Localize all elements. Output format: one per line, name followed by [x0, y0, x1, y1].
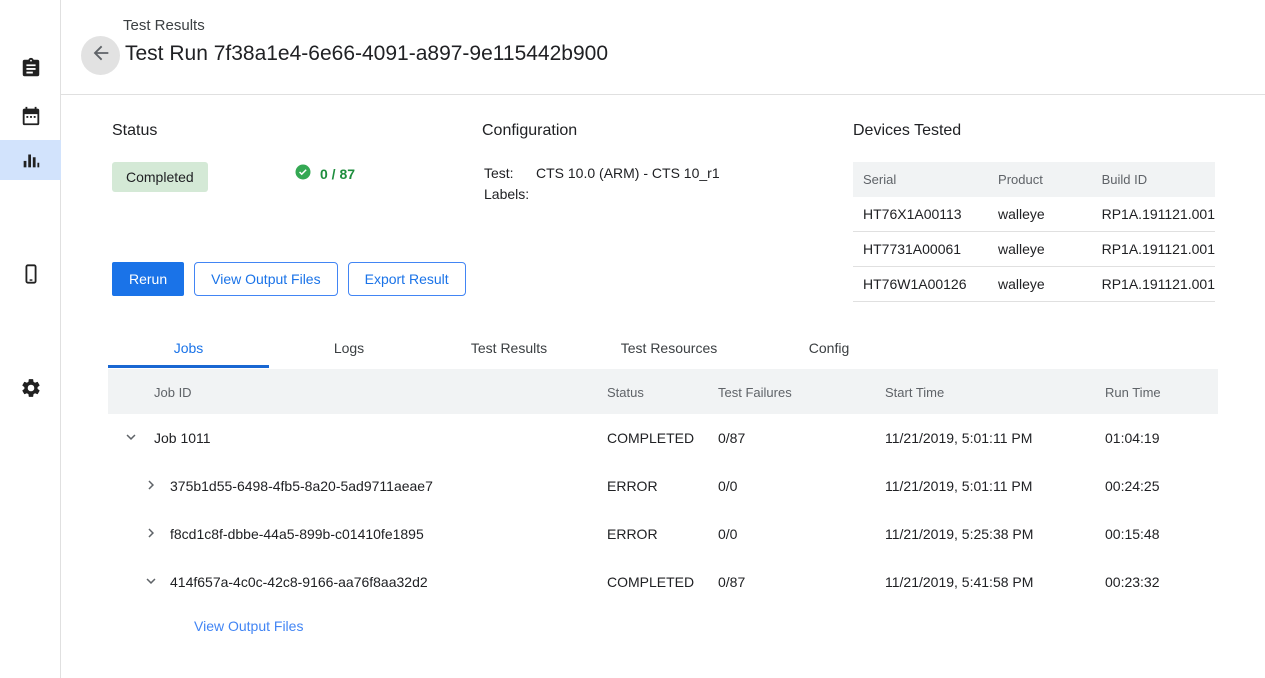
- gear-icon: [20, 377, 42, 399]
- devices-table-header-row: Serial Product Build ID: [853, 162, 1215, 197]
- job-test-failures: 0/87: [718, 574, 745, 590]
- page-header: Test Results Test Run 7f38a1e4-6e66-4091…: [61, 0, 1265, 95]
- job-start-time: 11/21/2019, 5:25:38 PM: [885, 526, 1033, 542]
- job-run-time: 00:24:25: [1105, 478, 1160, 494]
- job-id: f8cd1c8f-dbbe-44a5-899b-c01410fe1895: [170, 526, 424, 542]
- config-test-row: Test: CTS 10.0 (ARM) - CTS 10_r1: [484, 163, 720, 184]
- sidebar-item-schedule[interactable]: [0, 96, 61, 136]
- jobs-col-status: Status: [607, 385, 644, 400]
- tab-jobs[interactable]: Jobs: [108, 328, 269, 368]
- view-output-files-link[interactable]: View Output Files: [194, 618, 303, 634]
- configuration-details: Test: CTS 10.0 (ARM) - CTS 10_r1 Labels:: [484, 163, 720, 205]
- job-status: COMPLETED: [607, 574, 694, 590]
- job-start-time: 11/21/2019, 5:41:58 PM: [885, 574, 1033, 590]
- job-id: 375b1d55-6498-4fb5-8a20-5ad9711aeae7: [170, 478, 433, 494]
- job-start-time: 11/21/2019, 5:01:11 PM: [885, 478, 1032, 494]
- export-result-button[interactable]: Export Result: [348, 262, 466, 296]
- sidebar-item-devices[interactable]: [0, 254, 61, 294]
- sidebar: [0, 0, 61, 678]
- jobs-col-run-time: Run Time: [1105, 385, 1161, 400]
- status-section-title: Status: [112, 122, 157, 140]
- device-build-id: RP1A.191121.001: [1092, 197, 1215, 232]
- config-test-key: Test:: [484, 163, 536, 184]
- device-product: walleye: [988, 267, 1092, 302]
- job-status: ERROR: [607, 526, 658, 542]
- pass-count-label: 0 / 87: [320, 166, 355, 182]
- job-id: Job 1011: [154, 430, 211, 446]
- tab-bar: Jobs Logs Test Results Test Resources Config: [108, 328, 1218, 369]
- device-build-id: RP1A.191121.001: [1092, 267, 1215, 302]
- tab-label: Test Results: [471, 340, 547, 356]
- devices-table: Serial Product Build ID HT76X1A00113wall…: [853, 162, 1215, 302]
- page-title: Test Run 7f38a1e4-6e66-4091-a897-9e11544…: [125, 42, 608, 66]
- calendar-icon: [20, 105, 42, 127]
- device-product: walleye: [988, 232, 1092, 267]
- action-buttons: Rerun View Output Files Export Result: [112, 262, 466, 296]
- device-row: HT76W1A00126walleyeRP1A.191121.001: [853, 267, 1215, 302]
- job-test-failures: 0/0: [718, 526, 737, 542]
- back-arrow-icon: [90, 42, 112, 69]
- chevron-down-icon[interactable]: [142, 572, 162, 592]
- jobs-col-test-failures: Test Failures: [718, 385, 792, 400]
- sidebar-item-test-results[interactable]: [0, 48, 61, 88]
- job-test-failures: 0/87: [718, 430, 745, 446]
- config-test-value: CTS 10.0 (ARM) - CTS 10_r1: [536, 163, 720, 184]
- job-run-time: 00:15:48: [1105, 526, 1160, 542]
- tab-label: Test Resources: [621, 340, 717, 356]
- sidebar-item-settings[interactable]: [0, 368, 61, 408]
- device-row: HT76X1A00113walleyeRP1A.191121.001: [853, 197, 1215, 232]
- tab-test-resources[interactable]: Test Resources: [589, 328, 749, 368]
- jobs-table: Job ID Status Test Failures Start Time R…: [108, 369, 1218, 650]
- device-row: HT7731A00061walleyeRP1A.191121.001: [853, 232, 1215, 267]
- tab-test-results[interactable]: Test Results: [429, 328, 589, 368]
- check-circle-icon: [294, 163, 312, 184]
- device-serial: HT76X1A00113: [853, 197, 988, 232]
- chevron-right-icon[interactable]: [142, 476, 162, 496]
- job-status: COMPLETED: [607, 430, 694, 446]
- jobs-table-header-row: Job ID Status Test Failures Start Time R…: [108, 369, 1218, 414]
- config-labels-key: Labels:: [484, 184, 536, 205]
- jobs-col-start-time: Start Time: [885, 385, 944, 400]
- device-serial: HT76W1A00126: [853, 267, 988, 302]
- breadcrumb[interactable]: Test Results: [123, 17, 205, 34]
- chevron-down-icon[interactable]: [122, 428, 142, 448]
- device-serial: HT7731A00061: [853, 232, 988, 267]
- back-button[interactable]: [81, 36, 120, 75]
- config-labels-row: Labels:: [484, 184, 720, 205]
- chevron-right-icon[interactable]: [142, 524, 162, 544]
- status-badge: Completed: [112, 162, 208, 192]
- configuration-section-title: Configuration: [482, 122, 577, 140]
- pass-count: 0 / 87: [294, 163, 355, 184]
- jobs-table-row[interactable]: 375b1d55-6498-4fb5-8a20-5ad9711aeae7 ERRO…: [108, 462, 1218, 510]
- rerun-button[interactable]: Rerun: [112, 262, 184, 296]
- job-status: ERROR: [607, 478, 658, 494]
- tab-logs[interactable]: Logs: [269, 328, 429, 368]
- clipboard-icon: [20, 57, 42, 79]
- job-run-time: 01:04:19: [1105, 430, 1160, 446]
- sidebar-item-reports[interactable]: [0, 140, 61, 180]
- devices-col-serial: Serial: [853, 162, 988, 197]
- tab-label: Jobs: [174, 340, 204, 356]
- tab-label: Config: [809, 340, 849, 356]
- device-product: walleye: [988, 197, 1092, 232]
- expanded-job-detail: View Output Files: [108, 606, 1218, 650]
- job-start-time: 11/21/2019, 5:01:11 PM: [885, 430, 1032, 446]
- devices-col-build-id: Build ID: [1092, 162, 1215, 197]
- phone-icon: [20, 263, 42, 285]
- devices-col-product: Product: [988, 162, 1092, 197]
- job-test-failures: 0/0: [718, 478, 737, 494]
- job-run-time: 00:23:32: [1105, 574, 1160, 590]
- jobs-col-job-id: Job ID: [154, 385, 192, 400]
- device-build-id: RP1A.191121.001: [1092, 232, 1215, 267]
- tab-config[interactable]: Config: [749, 328, 909, 368]
- devices-section-title: Devices Tested: [853, 122, 961, 140]
- bar-chart-icon: [20, 149, 42, 171]
- tab-label: Logs: [334, 340, 364, 356]
- job-id: 414f657a-4c0c-42c8-9166-aa76f8aa32d2: [170, 574, 428, 590]
- jobs-table-row[interactable]: Job 1011 COMPLETED 0/87 11/21/2019, 5:01:11…: [108, 414, 1218, 462]
- jobs-table-row[interactable]: 414f657a-4c0c-42c8-9166-aa76f8aa32d2 COMP…: [108, 558, 1218, 606]
- jobs-table-row[interactable]: f8cd1c8f-dbbe-44a5-899b-c01410fe1895 ERRO…: [108, 510, 1218, 558]
- view-output-files-button[interactable]: View Output Files: [194, 262, 337, 296]
